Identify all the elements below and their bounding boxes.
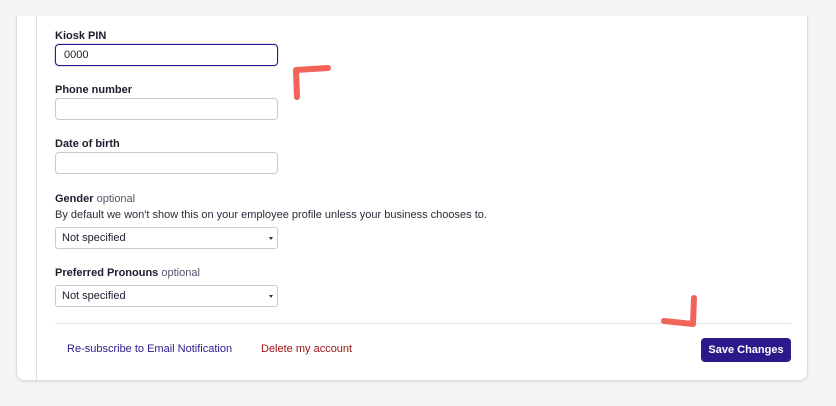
gender-select[interactable]: Not specified [55, 227, 278, 249]
chevron-down-icon [269, 295, 273, 298]
pronouns-label: Preferred Pronouns optional [55, 267, 200, 279]
gender-optional-tag: optional [96, 193, 136, 205]
resubscribe-link[interactable]: Re-subscribe to Email Notification [67, 343, 232, 355]
card-left-border [36, 16, 37, 380]
pronouns-select-value: Not specified [62, 290, 126, 302]
phone-number-input[interactable] [55, 98, 278, 120]
pronouns-select[interactable]: Not specified [55, 285, 278, 307]
save-changes-button[interactable]: Save Changes [701, 338, 791, 362]
kiosk-pin-label: Kiosk PIN [55, 30, 107, 42]
phone-number-label: Phone number [55, 84, 133, 96]
gender-label: Gender optional [55, 193, 135, 205]
chevron-down-icon [269, 237, 273, 240]
pronouns-optional-tag: optional [161, 267, 200, 279]
date-of-birth-label: Date of birth [55, 138, 120, 150]
pronouns-label-text: Preferred Pronouns [55, 267, 159, 279]
delete-account-link[interactable]: Delete my account [261, 343, 352, 355]
annotation-mark-bottom [661, 295, 697, 327]
gender-select-value: Not specified [62, 232, 126, 244]
date-of-birth-input[interactable] [55, 152, 278, 174]
gender-label-text: Gender [55, 193, 94, 205]
gender-help-text: By default we won't show this on your em… [55, 209, 487, 221]
annotation-mark-top [293, 65, 331, 100]
kiosk-pin-input[interactable]: 0000 [55, 44, 278, 66]
